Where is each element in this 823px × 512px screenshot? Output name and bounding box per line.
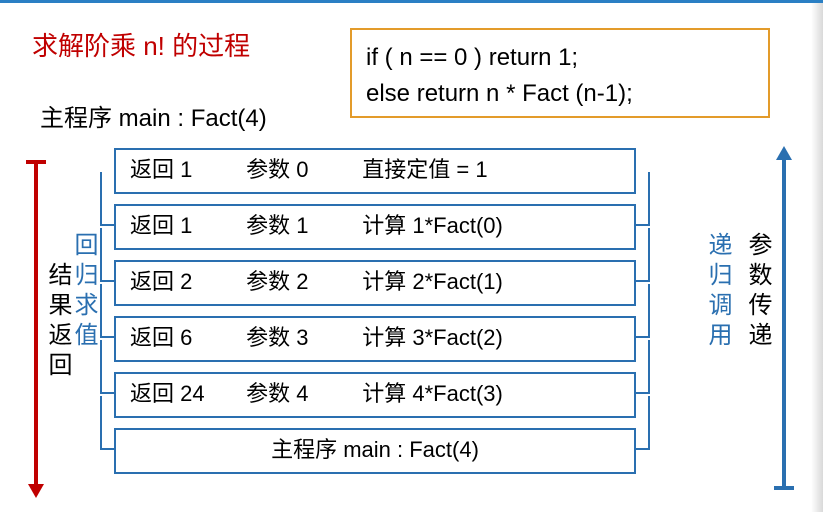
return-connector: [100, 284, 114, 338]
calc-text: 计算 4*Fact(3): [362, 374, 503, 414]
param-value: 参数 3: [246, 318, 356, 358]
return-value: 返回 1: [130, 150, 240, 190]
call-connector: [636, 284, 650, 338]
param-value: 参数 4: [246, 374, 356, 414]
stack-row: 返回 24 参数 4 计算 4*Fact(3): [114, 372, 636, 418]
top-border: [0, 0, 823, 3]
calc-text: 计算 1*Fact(0): [362, 206, 503, 246]
label-param-pass: 参数传递: [740, 232, 775, 352]
call-stack: 返回 1 参数 0 直接定值 = 1 返回 1 参数 1 计算 1*Fact(0…: [114, 148, 636, 484]
label-recursive-call: 递归调用: [700, 232, 735, 352]
stack-row: 返回 6 参数 3 计算 3*Fact(2): [114, 316, 636, 362]
stack-row: 返回 2 参数 2 计算 2*Fact(1): [114, 260, 636, 306]
pseudocode-box: if ( n == 0 ) return 1; else return n * …: [350, 28, 770, 118]
diagram-title: 求解阶乘 n! 的过程: [32, 26, 250, 63]
return-value: 返回 1: [130, 206, 240, 246]
stack-row: 返回 1 参数 0 直接定值 = 1: [114, 148, 636, 194]
stack-row: 返回 1 参数 1 计算 1*Fact(0): [114, 204, 636, 250]
return-value: 返回 2: [130, 262, 240, 302]
call-arrow-up: [782, 158, 786, 488]
call-connector: [636, 396, 650, 450]
return-connector: [100, 340, 114, 394]
edge-shadow: [811, 3, 823, 512]
param-value: 参数 2: [246, 262, 356, 302]
calc-text: 计算 2*Fact(1): [362, 262, 503, 302]
return-value: 返回 6: [130, 318, 240, 358]
call-connector: [636, 340, 650, 394]
code-line-2: else return n * Fact (n-1);: [366, 76, 754, 112]
code-line-1: if ( n == 0 ) return 1;: [366, 40, 754, 76]
call-connector: [636, 172, 650, 226]
return-arrow-down: [34, 162, 38, 488]
return-connector: [100, 172, 114, 226]
param-value: 参数 0: [246, 150, 356, 190]
param-value: 参数 1: [246, 206, 356, 246]
label-backtrack-eval: 回归求值: [66, 232, 101, 352]
return-connector: [100, 396, 114, 450]
call-connector: [636, 228, 650, 282]
calc-text: 计算 3*Fact(2): [362, 318, 503, 358]
return-connector: [100, 228, 114, 282]
return-value: 返回 24: [130, 374, 240, 414]
calc-text: 直接定值 = 1: [362, 150, 487, 190]
stack-row-main: 主程序 main : Fact(4): [114, 428, 636, 474]
main-call-label: 主程序 main : Fact(4): [40, 98, 267, 133]
